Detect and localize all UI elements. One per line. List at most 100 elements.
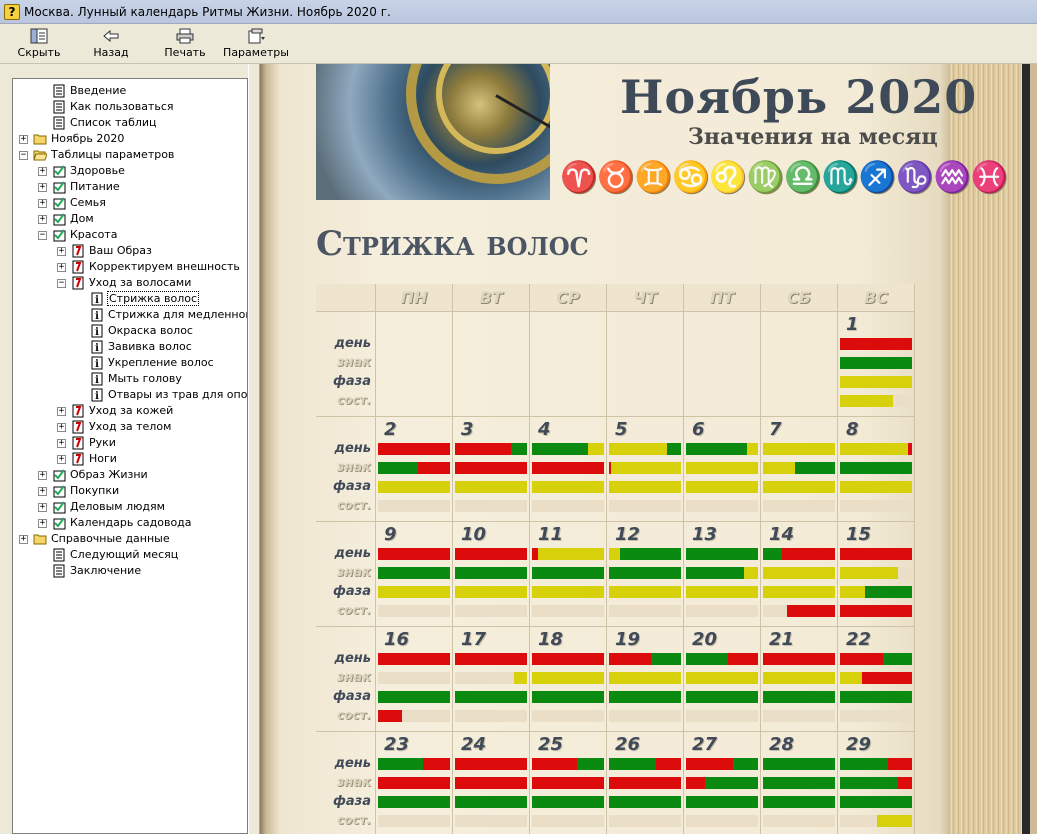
day-number: 13 [692,524,718,545]
title-bar: ? Москва. Лунный календарь Ритмы Жизни. … [0,0,1037,24]
row-labels: день знак фаза сост. [316,732,376,834]
expand-icon[interactable]: + [57,247,66,256]
indicator-bar-state [686,710,758,722]
expand-icon[interactable]: + [57,439,66,448]
day-cell: 8 [838,417,915,522]
collapse-icon[interactable]: − [57,279,66,288]
indicator-segment [455,691,527,703]
book-icon [71,276,85,290]
tree-item-label: Как пользоваться [70,100,174,113]
indicator-segment [619,548,681,560]
pane-splitter[interactable] [248,64,260,834]
calendar-week-row: день знак фаза сост. 23 24 25 26 27 28 29 [316,732,915,834]
expand-icon[interactable]: + [38,487,47,496]
indicator-segment [455,548,527,560]
indicator-bar-day [763,548,835,560]
weekday-header: СБ [761,284,838,312]
indicator-bar-day [532,548,604,560]
weekday-label: ВС [864,288,888,307]
calendar-week-row: день знак фаза сост. 16 17 18 19 20 21 22 [316,627,915,732]
svg-text:i: i [95,311,99,322]
expand-icon[interactable]: + [38,199,47,208]
indicator-segment [686,443,748,455]
day-number: 22 [846,629,872,650]
weekday-label: ВТ [479,288,503,307]
day-number: 16 [384,629,410,650]
expand-icon[interactable]: + [57,407,66,416]
expand-icon[interactable]: + [38,519,47,528]
indicator-segment [455,481,527,493]
expand-icon[interactable]: + [57,423,66,432]
collapse-icon[interactable]: − [19,151,28,160]
indicator-segment [532,777,604,789]
indicator-segment [378,710,402,722]
indicator-bar-day [532,758,604,770]
indicator-segment [576,758,604,770]
indicator-segment [840,376,912,388]
indicator-segment [686,691,758,703]
expand-icon[interactable]: + [38,183,47,192]
indicator-segment [378,567,450,579]
expand-icon[interactable]: + [38,503,47,512]
expand-icon[interactable]: + [19,135,28,144]
indicator-bar-sign [609,777,681,789]
day-cell: 6 [684,417,761,522]
day-cell [376,312,453,417]
day-cell: 10 [453,522,530,627]
indicator-bar-day [455,443,527,455]
indicator-bar-phase [455,586,527,598]
indicator-bar-sign [378,567,450,579]
expand-icon[interactable]: + [57,263,66,272]
expand-icon[interactable]: + [38,471,47,480]
indicator-bar-phase [840,481,912,493]
indicator-bar-state [609,815,681,827]
indicator-segment [732,758,758,770]
indicator-bar-state [840,815,912,827]
indicator-bar-sign [378,672,450,684]
expand-icon[interactable]: + [38,215,47,224]
indicator-segment [455,796,527,808]
collapse-icon[interactable]: − [38,231,47,240]
checklist-icon [52,212,66,226]
indicator-segment [840,605,912,617]
expand-icon[interactable]: + [57,455,66,464]
indicator-bar-state [609,710,681,722]
row-label-day: день [334,336,371,351]
indicator-bar-state [840,710,912,722]
day-cell: 29 [838,732,915,834]
indicator-segment [378,481,450,493]
indicator-segment [782,548,835,560]
svg-text:i: i [95,343,99,354]
indicator-bar-phase [763,691,835,703]
row-label-sign: знак [336,670,371,685]
day-cell: 23 [376,732,453,834]
day-number: 7 [769,419,782,440]
hide-button[interactable]: Скрыть [14,26,64,62]
indicator-segment [686,586,758,598]
tree-item-label: Ноги [89,452,117,465]
book-icon [71,436,85,450]
indicator-segment [378,777,450,789]
indicator-bar-sign [455,777,527,789]
expand-icon[interactable]: + [19,535,28,544]
tree-item-label: Стрижка для медленного [108,308,248,321]
indicator-segment [747,443,758,455]
options-button[interactable]: Параметры [222,26,290,62]
book-icon [71,420,85,434]
calendar-week-row: день знак фаза сост. 1 [316,312,915,417]
indicator-bar-state [378,500,450,512]
indicator-bar-sign [532,777,604,789]
row-label-day: день [334,546,371,561]
back-button[interactable]: Назад [86,26,136,62]
tree-item-label: Образ Жизни [70,468,148,481]
print-button[interactable]: Печать [160,26,210,62]
back-arrow-icon [103,29,119,43]
tree-item-label: Семья [70,196,106,209]
day-number: 14 [769,524,795,545]
indicator-segment [840,338,912,350]
contents-tree[interactable]: Введение Как пользоваться Список таблиц + Но… [12,78,248,834]
day-number: 28 [769,734,795,755]
day-number: 3 [461,419,474,440]
indicator-segment [763,481,835,493]
expand-icon[interactable]: + [38,167,47,176]
